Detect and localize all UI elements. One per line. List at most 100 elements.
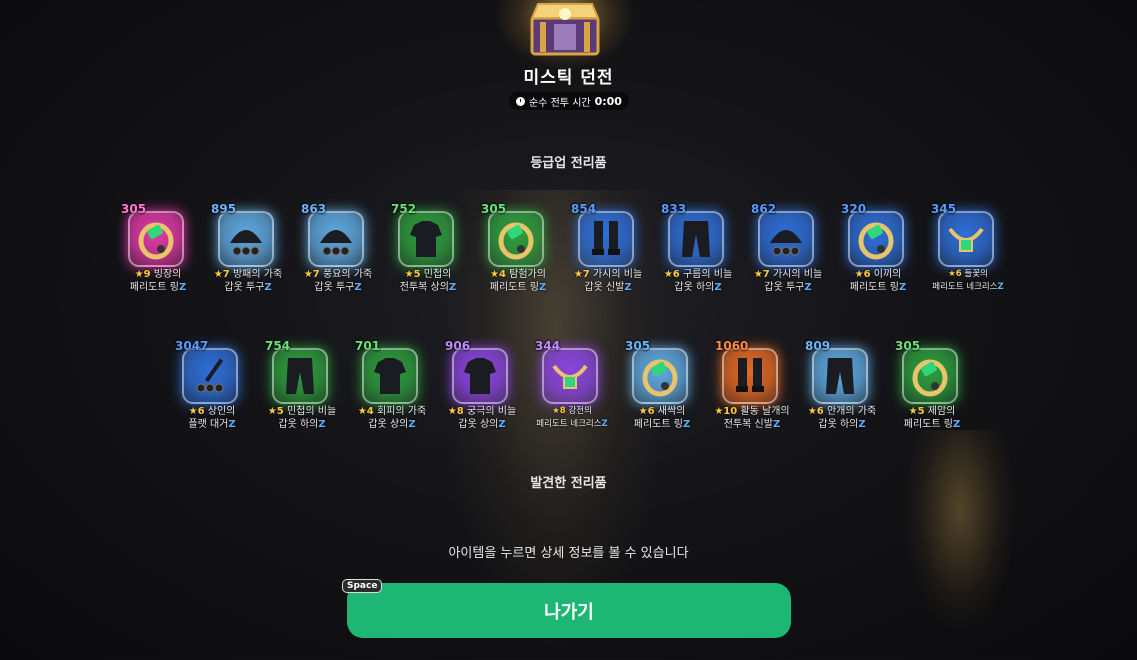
loot-item[interactable]: 863 ★7 풍요의 가죽 갑옷 투구Z — [293, 202, 383, 302]
item-name-line1: 상인의 — [204, 406, 236, 417]
item-name-line2: 플랫 대거 — [188, 419, 229, 430]
item-name-line2: 갑옷 투구 — [764, 282, 805, 293]
item-star-grade: ★5 — [404, 269, 421, 280]
item-tier-mark: Z — [898, 282, 907, 293]
item-name: ★6 안개의 가죽 갑옷 하의Z — [797, 405, 887, 431]
upgrade-loot-title: 등급업 전리품 — [530, 156, 607, 171]
item-name: ★4 회피의 가죽 갑옷 상의Z — [347, 405, 437, 431]
item-tier-mark: Z — [318, 419, 326, 430]
item-name-line2: 갑옷 신발 — [584, 282, 625, 293]
item-name: ★6 들꽃의 페리도트 네크리스Z — [923, 268, 1013, 294]
helmet-icon — [308, 211, 364, 267]
item-tier-mark: Z — [178, 282, 187, 293]
item-name: ★8 강전의 페리도트 네크리스Z — [527, 405, 617, 431]
item-tier-mark: Z — [858, 419, 866, 430]
item-name: ★10 활동 날개의 전투복 신발Z — [707, 405, 797, 431]
item-name-line1: 궁극의 비늘 — [463, 406, 517, 417]
item-star-grade: ★8 — [552, 406, 566, 416]
item-name: ★6 구름의 비늘 갑옷 하의Z — [653, 268, 743, 294]
boots-icon — [722, 348, 778, 404]
ring-icon — [902, 348, 958, 404]
item-tier-mark: Z — [498, 419, 506, 430]
loot-item[interactable]: 701 ★4 회피의 가죽 갑옷 상의Z — [347, 339, 437, 439]
item-name-line2: 갑옷 하의 — [278, 419, 319, 430]
item-name-line1: 방패의 가죽 — [229, 269, 283, 280]
item-name-line2: 갑옷 투구 — [224, 282, 265, 293]
item-star-grade: ★7 — [213, 269, 230, 280]
item-star-grade: ★6 — [188, 406, 205, 417]
item-name: ★7 가시의 비늘 갑옷 신발Z — [563, 268, 653, 294]
item-name: ★4 탐험가의 페리도트 링Z — [473, 268, 563, 294]
item-power-score: 906 — [445, 339, 471, 353]
shirt-icon — [362, 348, 418, 404]
clock-icon — [516, 96, 526, 106]
item-name: ★7 가시의 비늘 갑옷 투구Z — [743, 268, 833, 294]
item-name: ★5 민첩의 비늘 갑옷 하의Z — [257, 405, 347, 431]
found-loot-title: 발견한 전리품 — [530, 476, 607, 491]
item-tier-mark: Z — [264, 282, 272, 293]
item-star-grade: ★7 — [573, 269, 590, 280]
boots-icon — [578, 211, 634, 267]
item-tier-mark: Z — [714, 282, 722, 293]
loot-item[interactable]: 1060 ★10 활동 날개의 전투복 신발Z — [707, 339, 797, 439]
ring-icon — [128, 211, 184, 267]
loot-item[interactable]: 305 ★9 빙장의 페리도트 링Z — [113, 202, 203, 302]
item-tier-mark: Z — [624, 282, 632, 293]
item-power-score: 895 — [211, 202, 237, 216]
pants-icon — [812, 348, 868, 404]
item-tier-mark: Z — [538, 282, 547, 293]
battle-timer: 순수 전투 시간 0:00 — [509, 92, 629, 110]
item-power-score: 701 — [355, 339, 381, 353]
item-name-line1: 민첩의 — [420, 269, 452, 280]
loot-item[interactable]: 854 ★7 가시의 비늘 갑옷 신발Z — [563, 202, 653, 302]
item-star-grade: ★6 — [854, 269, 871, 280]
loot-item[interactable]: 305 ★5 제암의 페리도트 링Z — [887, 339, 977, 439]
item-power-score: 1060 — [715, 339, 749, 353]
item-name: ★6 이끼의 페리도트 링Z — [833, 268, 923, 294]
loot-item[interactable]: 895 ★7 방패의 가죽갑옷 투구Z — [203, 202, 293, 302]
item-detail-hint: 아이템을 누르면 상세 정보를 볼 수 있습니다 — [448, 546, 689, 561]
loot-item[interactable]: 320 ★6 이끼의 페리도트 링Z — [833, 202, 923, 302]
item-power-score: 305 — [121, 202, 147, 216]
loot-item[interactable]: 305 ★6 새싹의 페리도트 링Z — [617, 339, 707, 439]
exit-button[interactable]: 나가기 — [347, 583, 791, 638]
item-name-line1: 구름의 비늘 — [679, 269, 733, 280]
loot-item[interactable]: 862 ★7 가시의 비늘 갑옷 투구Z — [743, 202, 833, 302]
loot-item[interactable]: 752 ★5 민첩의 전투복 상의Z — [383, 202, 473, 302]
item-tier-mark: Z — [408, 419, 416, 430]
item-power-score: 863 — [301, 202, 327, 216]
loot-item[interactable]: 833 ★6 구름의 비늘 갑옷 하의Z — [653, 202, 743, 302]
loot-item[interactable]: 305 ★4 탐험가의 페리도트 링Z — [473, 202, 563, 302]
helmet-icon — [758, 211, 814, 267]
item-tier-mark: Z — [228, 419, 236, 430]
item-star-grade: ★4 — [357, 406, 374, 417]
loot-item[interactable]: 3047 ★6 상인의 플랫 대거Z — [167, 339, 257, 439]
exit-button-label: 나가기 — [544, 601, 594, 623]
item-tier-mark: Z — [601, 419, 608, 429]
item-power-score: 862 — [751, 202, 777, 216]
item-name-line2: 전투복 신발 — [723, 419, 773, 430]
loot-item[interactable]: 345 ★6 들꽃의 페리도트 네크리스Z — [923, 202, 1013, 302]
item-name-line1: 풍요의 가죽 — [319, 269, 373, 280]
loot-item[interactable]: 344 ★8 강전의 페리도트 네크리스Z — [527, 339, 617, 439]
item-name-line2: 갑옷 하의 — [674, 282, 715, 293]
item-power-score: 344 — [535, 339, 561, 353]
item-power-score: 305 — [895, 339, 921, 353]
item-name-line2: 페리도트 네크리스 — [932, 282, 998, 292]
item-name-line2: 페리도트 링 — [633, 419, 683, 430]
item-power-score: 833 — [661, 202, 687, 216]
item-name-line2: 전투복 상의 — [399, 282, 449, 293]
item-tier-mark: Z — [354, 282, 362, 293]
item-name-line1: 민첩의 비늘 — [283, 406, 337, 417]
item-name-line1: 안개의 가죽 — [823, 406, 877, 417]
item-name: ★6 새싹의 페리도트 링Z — [617, 405, 707, 431]
item-star-grade: ★6 — [807, 406, 824, 417]
item-star-grade: ★8 — [447, 406, 464, 417]
helmet-icon — [218, 211, 274, 267]
item-name: ★7 방패의 가죽갑옷 투구Z — [203, 268, 293, 294]
loot-item[interactable]: 754 ★5 민첩의 비늘 갑옷 하의Z — [257, 339, 347, 439]
loot-item[interactable]: 809 ★6 안개의 가죽 갑옷 하의Z — [797, 339, 887, 439]
item-power-score: 305 — [625, 339, 651, 353]
ring-icon — [632, 348, 688, 404]
loot-item[interactable]: 906 ★8 궁극의 비늘 갑옷 상의Z — [437, 339, 527, 439]
